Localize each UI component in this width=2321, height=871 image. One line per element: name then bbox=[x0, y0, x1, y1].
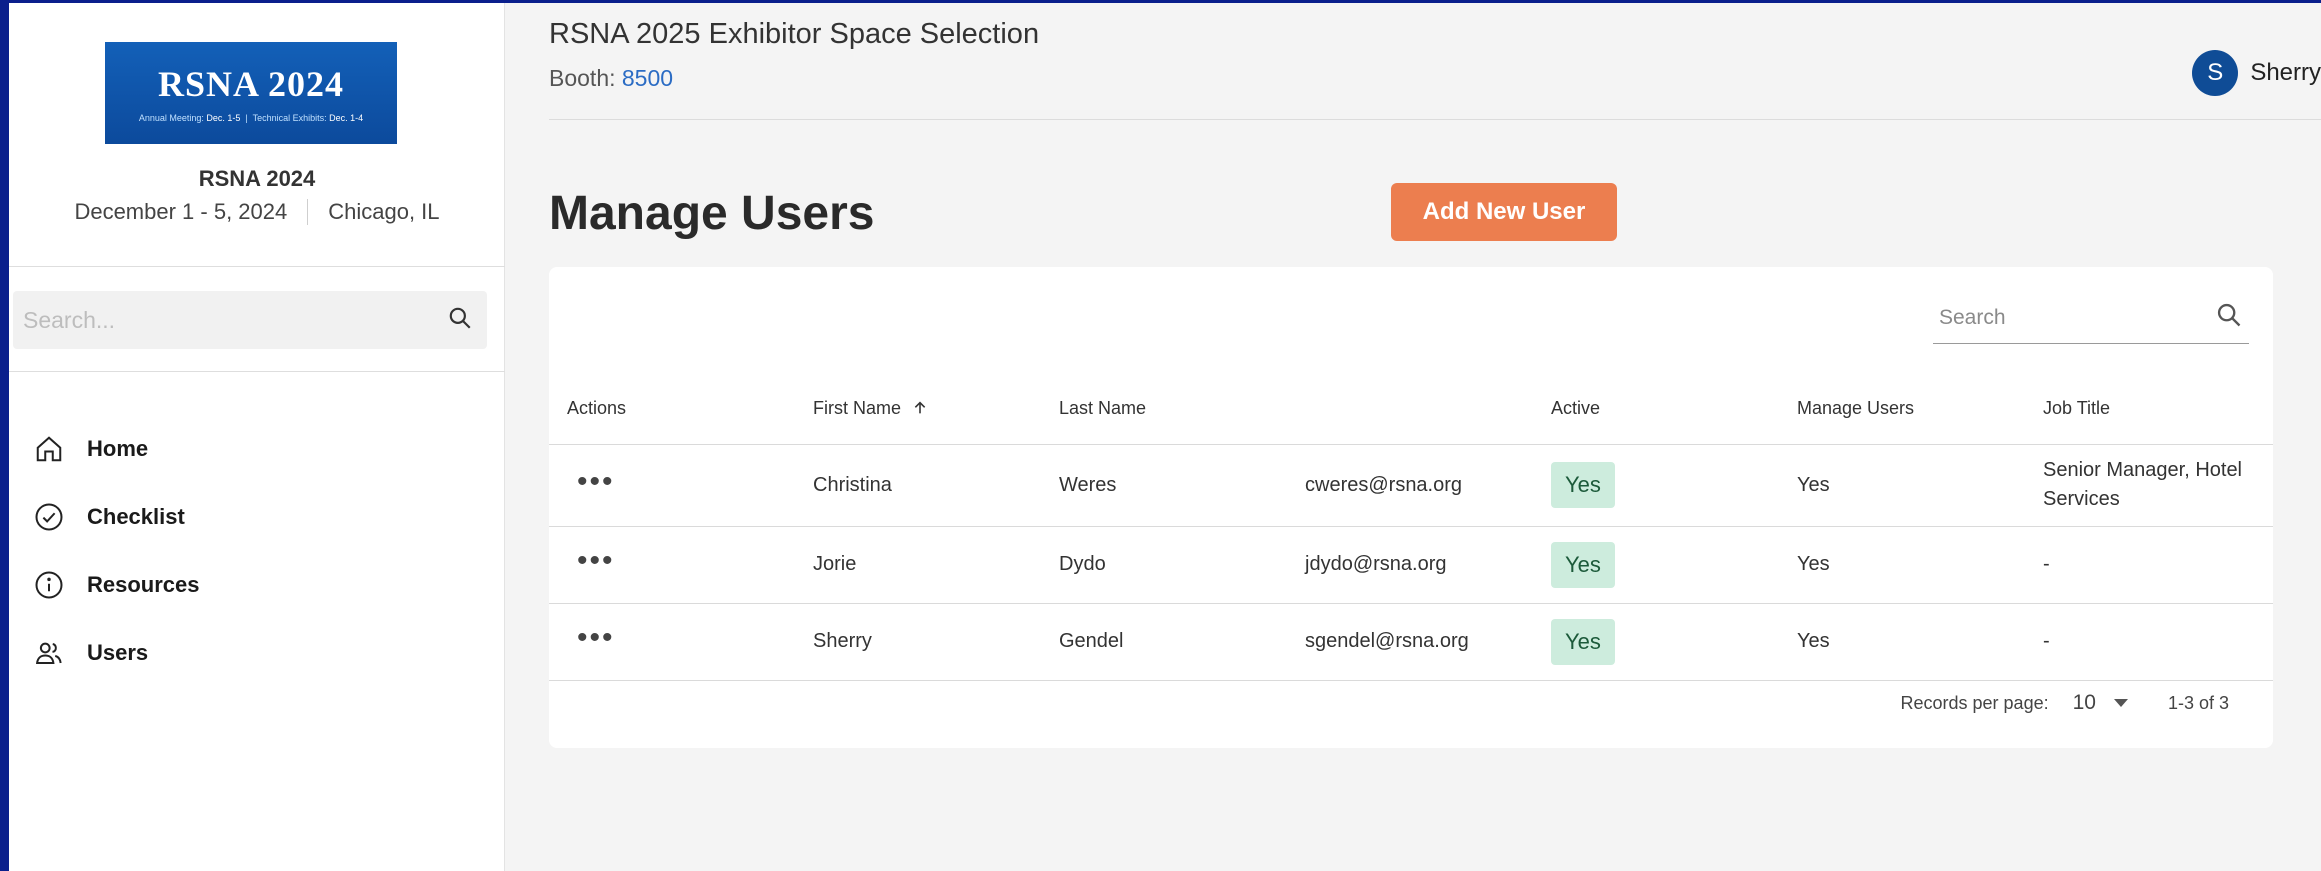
sidebar-divider bbox=[9, 266, 505, 267]
sidebar-item-label: Resources bbox=[87, 572, 200, 597]
booth-number-link[interactable]: 8500 bbox=[622, 65, 673, 91]
app-frame: RSNA 2024 Annual Meeting: Dec. 1-5 | Tec… bbox=[9, 3, 2321, 871]
page-title: Manage Users bbox=[549, 187, 875, 240]
row-actions: ••• bbox=[549, 603, 795, 681]
column-header-manage-users[interactable]: Manage Users bbox=[1779, 374, 2025, 445]
sidebar-search-input[interactable] bbox=[23, 306, 447, 334]
row-actions: ••• bbox=[549, 444, 795, 527]
cell-email: cweres@rsna.org bbox=[1287, 444, 1533, 527]
table-row: ••• Christina Weres cweres@rsna.org Yes … bbox=[549, 444, 2273, 527]
cell-manage-users: Yes bbox=[1779, 444, 2025, 527]
sidebar-item-label: Users bbox=[87, 640, 149, 665]
cell-last-name: Dydo bbox=[1041, 526, 1287, 604]
sidebar-divider bbox=[9, 371, 505, 372]
records-per-page-select[interactable]: 10 bbox=[2073, 691, 2128, 715]
cell-email: sgendel@rsna.org bbox=[1287, 603, 1533, 681]
table-header-row: Actions First Name Last Name Active Mana… bbox=[549, 374, 2273, 445]
cell-last-name: Weres bbox=[1041, 444, 1287, 527]
chevron-down-icon bbox=[2113, 699, 2128, 707]
check-circle-icon bbox=[31, 499, 67, 535]
cell-job-title: - bbox=[2025, 526, 2273, 604]
column-header-email[interactable] bbox=[1287, 374, 1533, 445]
avatar: S bbox=[2192, 50, 2239, 96]
column-header-job-title[interactable]: Job Title bbox=[2025, 374, 2273, 445]
event-location: Chicago, IL bbox=[328, 199, 440, 224]
search-icon[interactable] bbox=[447, 305, 473, 336]
status-badge: Yes bbox=[1551, 541, 1615, 588]
sidebar-item-home[interactable]: Home bbox=[31, 415, 200, 483]
status-badge: Yes bbox=[1551, 618, 1615, 665]
records-per-page-label: Records per page: bbox=[1900, 692, 2049, 713]
sidebar-item-label: Home bbox=[87, 436, 149, 461]
table-search-input[interactable] bbox=[1939, 305, 2215, 330]
user-menu[interactable]: S Sherry bbox=[2192, 50, 2321, 96]
header-divider bbox=[549, 119, 2321, 120]
cell-email: jdydo@rsna.org bbox=[1287, 526, 1533, 604]
sidebar: RSNA 2024 Annual Meeting: Dec. 1-5 | Tec… bbox=[9, 3, 505, 871]
column-header-last-name[interactable]: Last Name bbox=[1041, 374, 1287, 445]
column-header-active[interactable]: Active bbox=[1533, 374, 1779, 445]
home-icon bbox=[31, 431, 67, 467]
users-table: Actions First Name Last Name Active Mana… bbox=[549, 374, 2273, 681]
cell-job-title: Senior Manager, Hotel Services bbox=[2025, 444, 2273, 527]
cell-active: Yes bbox=[1533, 603, 1779, 681]
sidebar-item-users[interactable]: Users bbox=[31, 619, 200, 687]
info-icon bbox=[31, 567, 67, 603]
status-badge: Yes bbox=[1551, 462, 1615, 508]
cell-job-title: - bbox=[2025, 603, 2273, 681]
cell-manage-users: Yes bbox=[1779, 603, 2025, 681]
event-name: RSNA 2024 bbox=[198, 166, 316, 191]
cell-first-name: Christina bbox=[795, 444, 1041, 527]
user-name: Sherry bbox=[2250, 59, 2321, 86]
cell-active: Yes bbox=[1533, 444, 1779, 527]
more-actions-icon[interactable]: ••• bbox=[567, 621, 615, 654]
sort-ascending-icon[interactable] bbox=[906, 398, 928, 418]
sidebar-item-checklist[interactable]: Checklist bbox=[31, 483, 200, 551]
column-header-actions: Actions bbox=[549, 374, 795, 445]
sidebar-nav: Home Checklist Resources Users bbox=[31, 415, 200, 687]
logo-title: RSNA 2024 bbox=[157, 64, 345, 104]
cell-first-name: Sherry bbox=[795, 603, 1041, 681]
table-pagination: Records per page: 10 1-3 of 3 bbox=[1901, 691, 2230, 715]
table-search bbox=[1933, 292, 2249, 344]
event-meta: December 1 - 5, 2024 Chicago, IL bbox=[9, 199, 505, 225]
row-actions: ••• bbox=[549, 526, 795, 604]
booth-label: Booth: bbox=[549, 65, 616, 91]
users-icon bbox=[31, 635, 67, 671]
cell-last-name: Gendel bbox=[1041, 603, 1287, 681]
cell-active: Yes bbox=[1533, 526, 1779, 604]
pagination-range: 1-3 of 3 bbox=[2167, 692, 2229, 713]
more-actions-icon[interactable]: ••• bbox=[567, 544, 615, 577]
event-logo: RSNA 2024 Annual Meeting: Dec. 1-5 | Tec… bbox=[105, 42, 397, 144]
logo-subtitle: Annual Meeting: Dec. 1-5 | Technical Exh… bbox=[138, 113, 364, 123]
search-icon[interactable] bbox=[2215, 301, 2243, 334]
cell-manage-users: Yes bbox=[1779, 526, 2025, 604]
sidebar-item-label: Checklist bbox=[87, 504, 185, 529]
meta-divider bbox=[307, 199, 309, 225]
main-content: RSNA 2025 Exhibitor Space Selection Boot… bbox=[505, 3, 2321, 871]
users-table-card: Actions First Name Last Name Active Mana… bbox=[549, 267, 2273, 748]
booth-info: Booth: 8500 bbox=[549, 65, 673, 92]
cell-first-name: Jorie bbox=[795, 526, 1041, 604]
records-per-page-value: 10 bbox=[2072, 691, 2096, 714]
event-dates: December 1 - 5, 2024 bbox=[74, 199, 288, 224]
sidebar-search bbox=[13, 291, 487, 349]
table-row: ••• Sherry Gendel sgendel@rsna.org Yes Y… bbox=[549, 603, 2273, 681]
sidebar-item-resources[interactable]: Resources bbox=[31, 551, 200, 619]
column-header-first-name[interactable]: First Name bbox=[795, 374, 1041, 445]
more-actions-icon[interactable]: ••• bbox=[567, 465, 615, 498]
table-row: ••• Jorie Dydo jdydo@rsna.org Yes Yes - bbox=[549, 526, 2273, 604]
add-new-user-button[interactable]: Add New User bbox=[1391, 183, 1617, 241]
app-title: RSNA 2025 Exhibitor Space Selection bbox=[549, 18, 1040, 50]
